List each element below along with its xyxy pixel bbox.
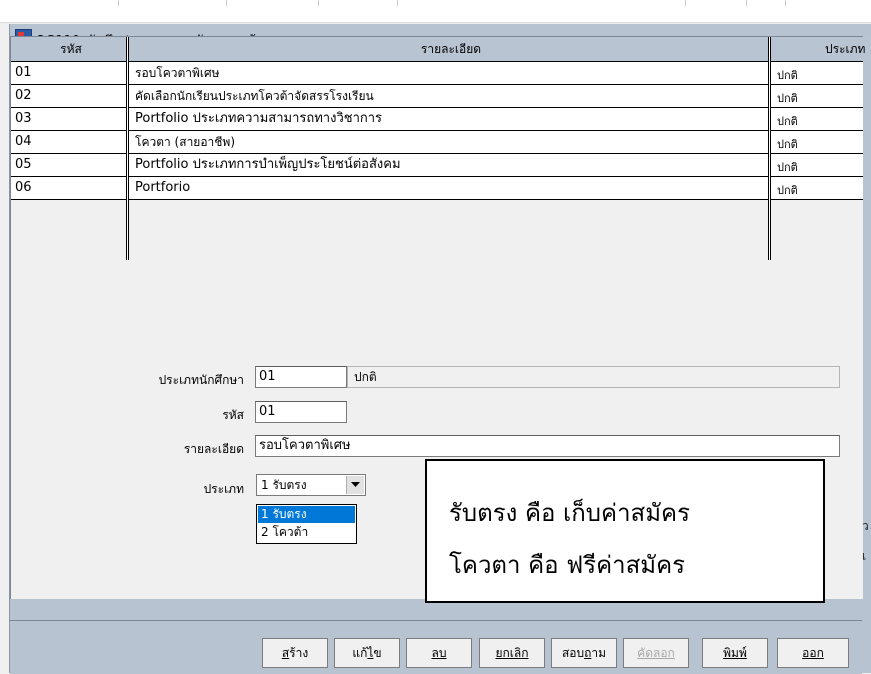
grid-end-line: [11, 199, 863, 200]
delete-button[interactable]: ลบ: [406, 638, 472, 668]
student-type-desc-field: ปกติ: [347, 366, 840, 388]
table-row[interactable]: 01 รอบโควตาพิเศษ ปกติ: [11, 61, 863, 84]
header-type[interactable]: ประเภท: [773, 37, 871, 61]
cell-detail: โควตา (สายอาชีพ): [135, 135, 236, 149]
header-detail[interactable]: รายละเอียด: [132, 37, 770, 61]
cell-code: 02: [15, 88, 32, 103]
background-app-strip: [0, 0, 871, 23]
cell-code: 05: [15, 157, 32, 172]
create-button[interactable]: สร้าง: [262, 638, 328, 668]
student-type-code-field[interactable]: 01: [255, 366, 347, 388]
cell-detail: รอบโควตาพิเศษ: [135, 66, 220, 80]
code-field[interactable]: 01: [255, 401, 347, 423]
chevron-down-icon[interactable]: [346, 476, 364, 494]
table-row[interactable]: 03 Portfolio ประเภทความสามารถทางวิชาการ …: [11, 107, 863, 130]
dropdown-option[interactable]: 2 โควต้า: [258, 524, 355, 541]
annotation-box: รับตรง คือ เก็บค่าสมัคร โควตา คือ ฟรีค่า…: [425, 459, 825, 603]
detail-field[interactable]: รอบโควตาพิเศษ: [255, 435, 840, 457]
clipped-label-fragment: ว: [862, 519, 869, 533]
clipped-label-fragment: เ: [862, 549, 867, 563]
cell-detail: Portfolio ประเภทการบำเพ็ญประโยชน์ต่อสังค…: [135, 157, 401, 172]
cell-code: 01: [15, 65, 32, 80]
table-row[interactable]: 05 Portfolio ประเภทการบำเพ็ญประโยชน์ต่อส…: [11, 153, 863, 176]
grid-header: รหัส รายละเอียด ประเภท: [11, 37, 871, 62]
cell-detail: คัดเลือกนักเรียนประเภทโควต้าจัดสรรโรงเรี…: [135, 89, 374, 103]
cell-detail: Portfolio ประเภทความสามารถทางวิชาการ: [135, 111, 383, 126]
type-dropdown-list: 1 รับตรง 2 โควต้า: [256, 504, 357, 544]
dropdown-option-selected[interactable]: 1 รับตรง: [258, 506, 355, 523]
edit-button[interactable]: แก้ไข: [334, 638, 400, 668]
type-label: ประเภท: [203, 482, 244, 496]
column-divider[interactable]: [126, 37, 129, 260]
column-divider[interactable]: [768, 37, 771, 260]
detail-label: รายละเอียด: [183, 442, 244, 456]
cell-code: 04: [15, 134, 32, 149]
exit-button[interactable]: ออก: [777, 638, 849, 668]
header-code[interactable]: รหัส: [16, 37, 126, 61]
table-row[interactable]: 04 โควตา (สายอาชีพ) ปกติ: [11, 130, 863, 153]
type-combobox-value: 1 รับตรง: [261, 478, 307, 492]
copy-button: คัดลอก: [623, 638, 689, 668]
table-row[interactable]: 06 Portforio ปกติ: [11, 176, 863, 199]
cancel-button[interactable]: ยกเลิก: [479, 638, 545, 668]
type-combobox[interactable]: 1 รับตรง: [256, 474, 366, 496]
cell-code: 06: [15, 180, 32, 195]
annotation-line-2: โควตา คือ ฟรีค่าสมัคร: [449, 551, 686, 579]
code-label: รหัส: [222, 408, 244, 422]
cell-detail: Portforio: [135, 180, 191, 195]
print-button[interactable]: พิมพ์: [702, 638, 768, 668]
annotation-line-1: รับตรง คือ เก็บค่าสมัคร: [449, 499, 690, 527]
table-row[interactable]: 02 คัดเลือกนักเรียนประเภทโควต้าจัดสรรโรง…: [11, 84, 863, 107]
student-type-label: ประเภทนักศึกษา: [158, 373, 244, 387]
cell-code: 03: [15, 111, 32, 126]
query-button[interactable]: สอบถาม: [551, 638, 617, 668]
